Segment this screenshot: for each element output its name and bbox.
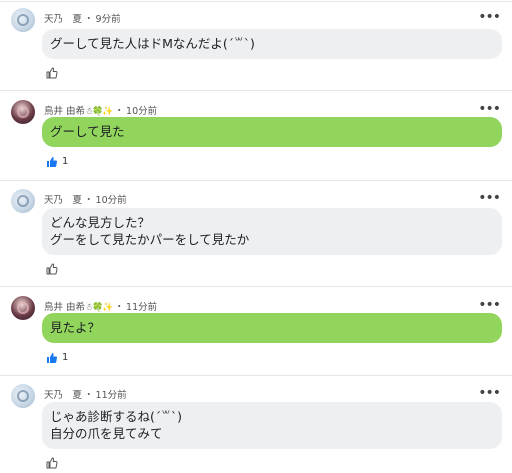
comment-bubble: 見たよ？ bbox=[42, 313, 502, 343]
meta-separator: ・ bbox=[84, 14, 94, 25]
avatar-icon bbox=[17, 106, 29, 118]
thumbs-up-icon bbox=[46, 263, 58, 275]
comment-divider bbox=[0, 1, 512, 2]
like-count: 1 bbox=[62, 352, 69, 363]
avatar-icon bbox=[17, 302, 29, 314]
thumbs-up-icon bbox=[47, 353, 58, 363]
comment-divider bbox=[0, 90, 512, 91]
comment-time: 9分前 bbox=[95, 14, 121, 25]
comment-bubble: じゃあ診断するね(ˊ꒳ˋ) 自分の爪を見てみて bbox=[42, 402, 502, 449]
thumbs-up-icon bbox=[46, 67, 58, 79]
comment-divider bbox=[0, 180, 512, 181]
comment-text-line: グーをして見たかパーをして見たか bbox=[50, 232, 250, 247]
like-button[interactable]: 1 bbox=[46, 155, 68, 169]
more-options-icon[interactable]: ••• bbox=[478, 102, 501, 116]
avatar-icon bbox=[17, 14, 29, 26]
comment-meta: 天乃 夏・ 10分前 bbox=[44, 194, 127, 208]
avatar[interactable] bbox=[11, 189, 35, 213]
comment-meta: 天乃 夏・ 9分前 bbox=[44, 13, 121, 27]
author-emoji: ☃🍀✨ bbox=[85, 303, 114, 313]
comment-author[interactable]: 天乃 夏 bbox=[44, 14, 82, 25]
comment-bubble: グーして見た bbox=[42, 117, 502, 147]
avatar[interactable] bbox=[11, 100, 35, 124]
like-button[interactable] bbox=[46, 456, 58, 470]
comment-time: 10分前 bbox=[126, 106, 158, 117]
comment-bubble: グーして見た人はドMなんだよ(ˊ꒳ˋ) bbox=[42, 29, 502, 59]
comment-author[interactable]: 天乃 夏 bbox=[44, 195, 82, 206]
author-emoji: ☃🍀✨ bbox=[85, 107, 114, 117]
more-options-icon[interactable]: ••• bbox=[478, 298, 501, 312]
more-options-icon[interactable]: ••• bbox=[478, 191, 501, 205]
meta-separator: ・ bbox=[84, 390, 94, 401]
comment-text-line: どんな見方した？ bbox=[50, 215, 151, 230]
comment-text-line: 見たよ？ bbox=[50, 320, 101, 335]
comment-time: 10分前 bbox=[95, 195, 127, 206]
comment-text-line: グーして見た bbox=[50, 124, 125, 139]
comment-divider bbox=[0, 375, 512, 376]
comment-text-line: 自分の爪を見てみて bbox=[50, 426, 163, 441]
comment-author[interactable]: 鳥井 由希 bbox=[44, 302, 85, 313]
thumbs-up-icon bbox=[46, 457, 58, 469]
like-button[interactable] bbox=[46, 262, 58, 276]
comment-text-line: じゃあ診断するね(ˊ꒳ˋ) bbox=[50, 409, 183, 424]
like-button[interactable] bbox=[46, 66, 58, 80]
avatar[interactable] bbox=[11, 384, 35, 408]
comment-author[interactable]: 鳥井 由希 bbox=[44, 106, 85, 117]
more-options-icon[interactable]: ••• bbox=[478, 386, 501, 400]
comment-author[interactable]: 天乃 夏 bbox=[44, 390, 82, 401]
like-button[interactable]: 1 bbox=[46, 351, 68, 365]
avatar[interactable] bbox=[11, 8, 35, 32]
meta-separator: ・ bbox=[114, 302, 125, 313]
avatar[interactable] bbox=[11, 296, 35, 320]
comment-time: 11分前 bbox=[95, 390, 127, 401]
meta-separator: ・ bbox=[114, 106, 125, 117]
like-count: 1 bbox=[62, 156, 69, 167]
thumbs-up-icon bbox=[47, 157, 58, 167]
comment-divider bbox=[0, 286, 512, 287]
comment-text-line: グーして見た人はドMなんだよ(ˊ꒳ˋ) bbox=[50, 36, 255, 51]
more-options-icon[interactable]: ••• bbox=[478, 10, 501, 24]
meta-separator: ・ bbox=[84, 195, 94, 206]
comment-meta: 天乃 夏・ 11分前 bbox=[44, 389, 127, 403]
comment-time: 11分前 bbox=[126, 302, 158, 313]
comment-bubble: どんな見方した？ グーをして見たかパーをして見たか bbox=[42, 208, 502, 255]
avatar-icon bbox=[17, 390, 29, 402]
avatar-icon bbox=[17, 195, 29, 207]
